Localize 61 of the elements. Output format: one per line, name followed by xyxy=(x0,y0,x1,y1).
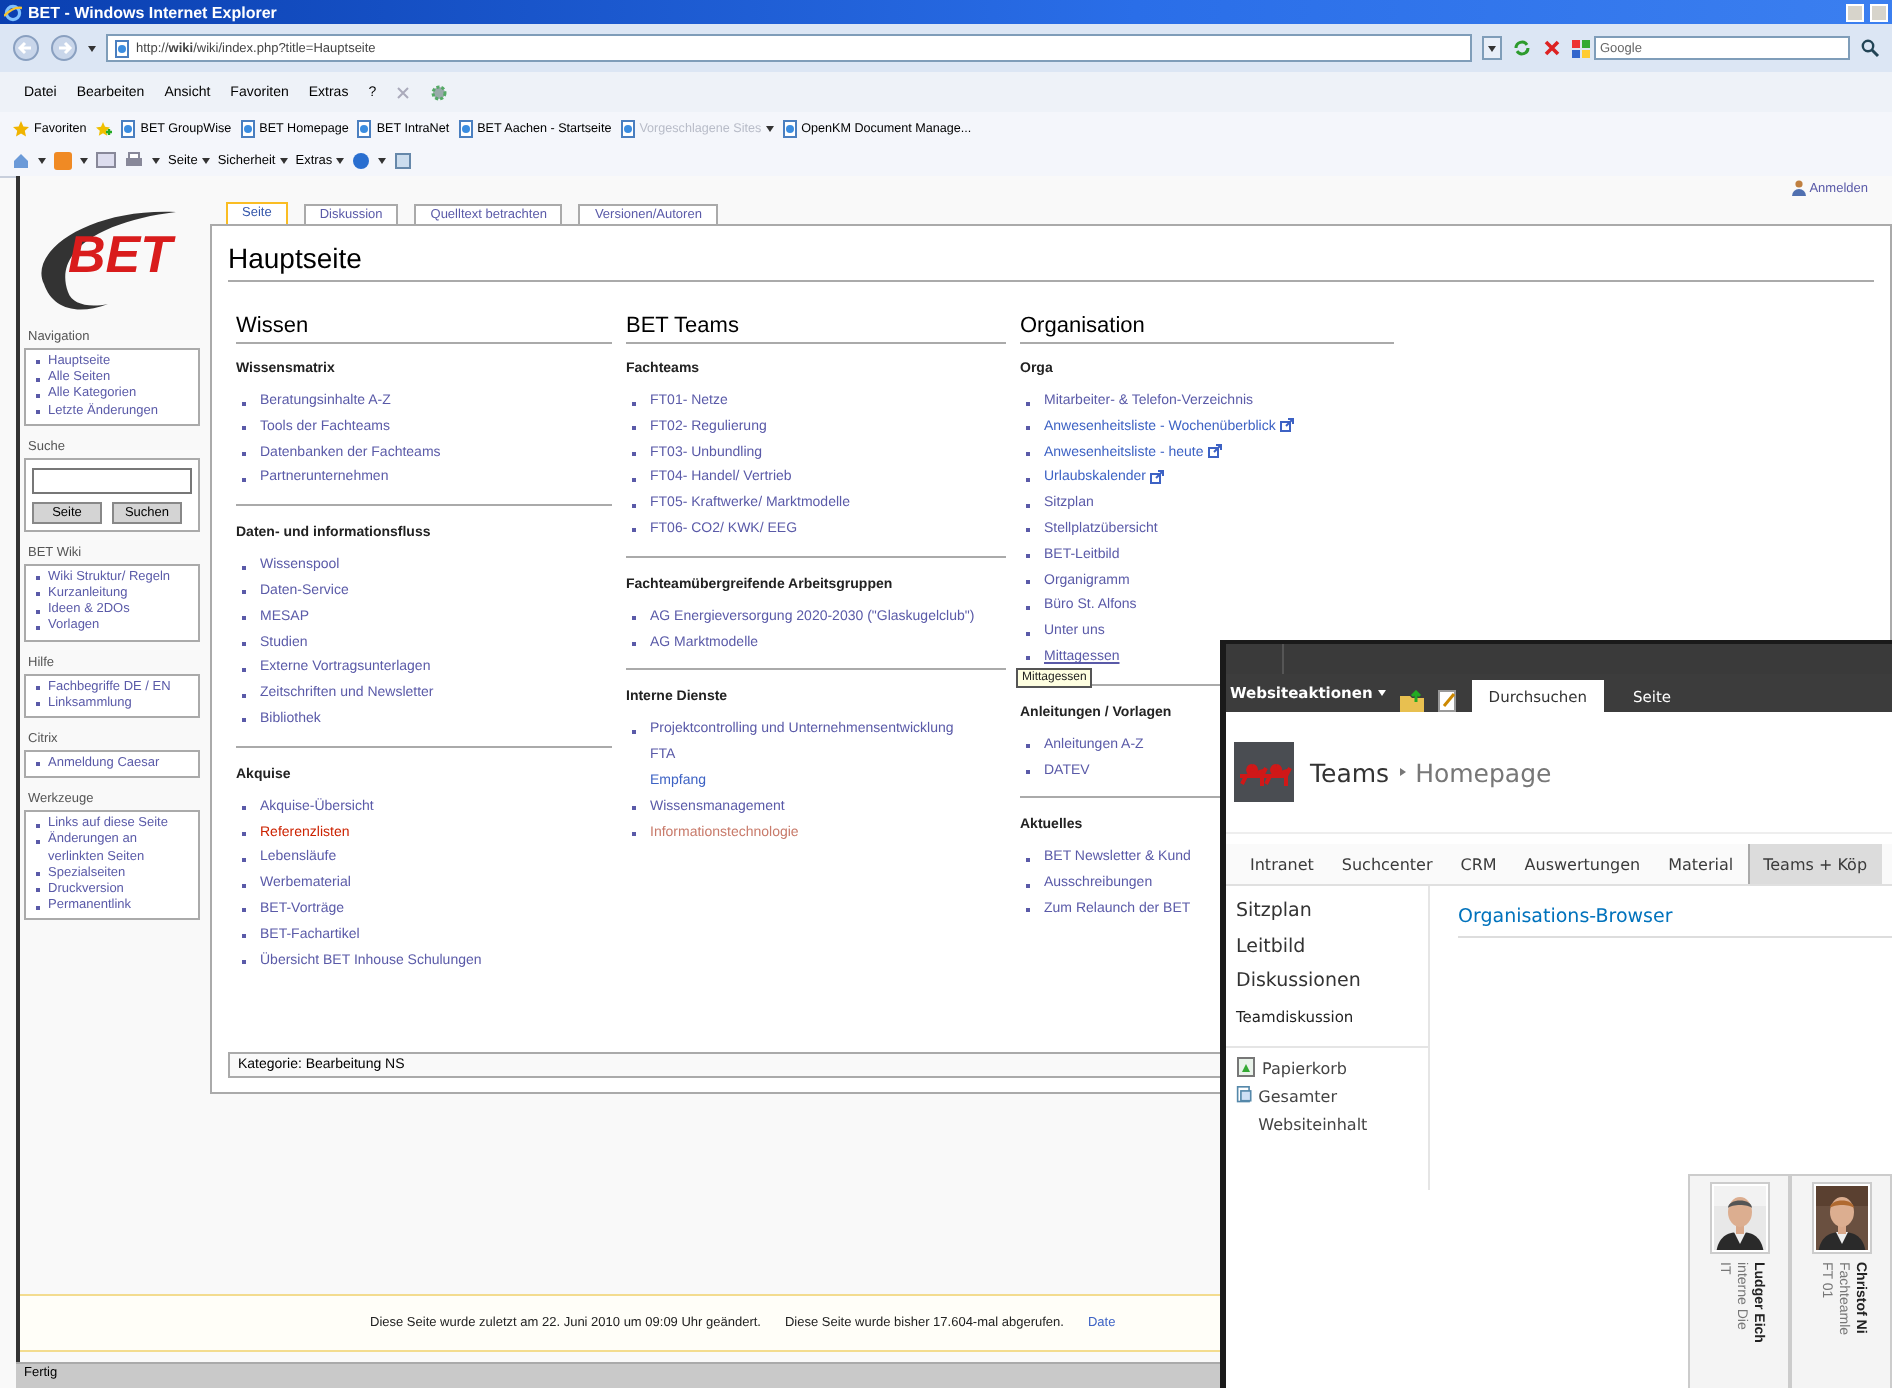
dropdown-button[interactable] xyxy=(1482,36,1502,60)
home-icon[interactable] xyxy=(12,151,30,169)
caret-icon xyxy=(152,157,160,163)
search-icon[interactable] xyxy=(1860,38,1880,58)
quick-launch-link[interactable]: Diskussionen xyxy=(1236,964,1428,999)
nav-tab[interactable]: Material xyxy=(1654,844,1748,884)
nav-tab[interactable]: Suchcenter xyxy=(1327,844,1447,884)
stop-icon[interactable] xyxy=(1542,38,1562,58)
nav-tab[interactable]: Intranet xyxy=(1236,844,1328,884)
star-icon xyxy=(12,119,30,137)
quick-launch-label: Papierkorb xyxy=(1262,1057,1347,1082)
separator-icon xyxy=(1399,768,1406,776)
back-button[interactable] xyxy=(12,34,40,62)
page-icon xyxy=(781,119,798,137)
nav-tab[interactable]: CRM xyxy=(1446,844,1511,884)
add-favorite-icon[interactable] xyxy=(94,119,113,137)
section-heading: Wissen xyxy=(236,314,612,344)
caret-icon xyxy=(88,45,96,51)
window-title: BET - Windows Internet Explorer xyxy=(28,3,279,21)
folder-up-icon[interactable] xyxy=(1400,690,1425,712)
recycle-bin-icon xyxy=(1236,1055,1256,1077)
breadcrumb-link[interactable]: Teams xyxy=(1310,757,1390,787)
page-icon xyxy=(114,39,130,57)
external-link-icon xyxy=(1207,444,1222,459)
documents-icon xyxy=(1236,1083,1253,1105)
user-icon xyxy=(1791,180,1806,196)
logo-icon xyxy=(1234,742,1294,802)
webpart-title[interactable]: Organisations-Browser xyxy=(1458,906,1892,938)
caret-icon xyxy=(378,157,387,163)
quick-launch-link[interactable]: Papierkorb xyxy=(1236,1055,1416,1083)
forward-button[interactable] xyxy=(50,34,78,62)
close-icon[interactable] xyxy=(396,85,411,99)
quick-launch-link[interactable]: Sitzplan xyxy=(1236,894,1428,929)
google-icon xyxy=(1572,39,1590,57)
feed-icon[interactable] xyxy=(54,151,72,169)
minimize-button[interactable] xyxy=(1846,3,1864,21)
nav-tab[interactable]: Auswertungen xyxy=(1510,844,1655,884)
section-heading: BET Teams xyxy=(626,314,1006,344)
nav-tab[interactable]: Teams + Köp xyxy=(1747,844,1882,884)
quick-launch-label: Gesamter Websiteinhalt xyxy=(1258,1085,1370,1137)
external-link-icon xyxy=(1149,470,1164,485)
section-heading: Organisation xyxy=(1020,314,1394,344)
breadcrumb-link[interactable]: Homepage xyxy=(1415,757,1552,787)
page-icon xyxy=(356,119,373,137)
page-icon xyxy=(239,119,256,137)
print-icon[interactable] xyxy=(124,151,144,169)
page-icon xyxy=(619,119,636,137)
browser-icon xyxy=(4,3,22,21)
caret-icon xyxy=(38,157,46,163)
page-icon xyxy=(120,119,137,137)
quick-launch-link[interactable]: Leitbild xyxy=(1236,929,1428,964)
page-title: Hauptseite xyxy=(228,226,1874,282)
page-icon xyxy=(457,119,474,137)
quick-launch-link[interactable]: Gesamter Websiteinhalt xyxy=(1236,1083,1416,1139)
edit-icon[interactable] xyxy=(1438,690,1459,712)
caret-icon xyxy=(1378,690,1387,696)
external-link-icon xyxy=(1279,418,1294,433)
maximize-button[interactable] xyxy=(1870,3,1888,21)
search-input[interactable] xyxy=(32,467,192,494)
refresh-icon[interactable] xyxy=(1512,38,1532,58)
caret-icon xyxy=(80,157,88,163)
